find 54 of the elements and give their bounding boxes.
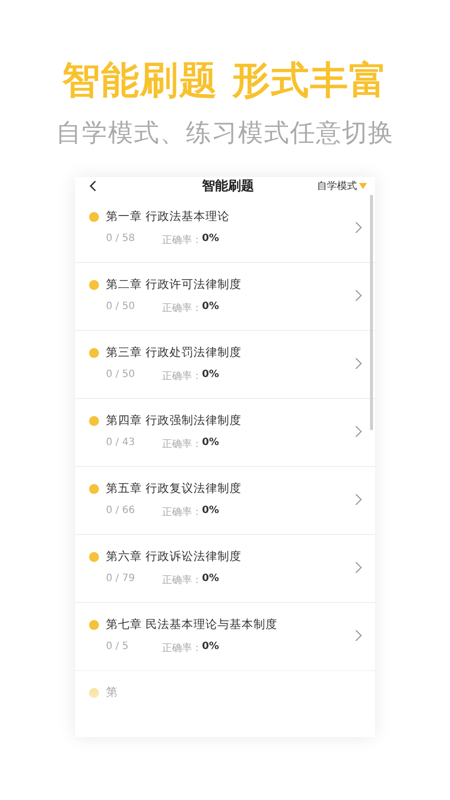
- back-icon[interactable]: [89, 180, 97, 192]
- headline: 智能刷题 形式丰富: [62, 57, 388, 104]
- accuracy-label: 正确率：: [162, 302, 202, 315]
- progress-count: 0 / 50: [106, 369, 136, 382]
- screen-title: 智能刷题: [202, 178, 254, 195]
- status-dot: [89, 688, 99, 698]
- progress-count: 0 / 50: [106, 301, 136, 314]
- accuracy-value: 0%: [202, 573, 219, 586]
- chapter-title: 第: [106, 685, 118, 700]
- chapter-title: 第四章 行政强制法律制度: [106, 413, 242, 428]
- chevron-right-icon: [355, 629, 362, 642]
- chapter-title: 第二章 行政许可法律制度: [106, 277, 242, 292]
- accuracy-label: 正确率：: [162, 370, 202, 383]
- subtitle: 自学模式、练习模式任意切换: [56, 117, 394, 149]
- accuracy-label: 正确率：: [162, 506, 202, 519]
- progress-count: 0 / 58: [106, 233, 136, 246]
- accuracy-value: 0%: [202, 505, 219, 518]
- progress-count: 0 / 66: [106, 505, 136, 518]
- status-dot: [89, 484, 99, 494]
- accuracy-value: 0%: [202, 301, 219, 314]
- chevron-right-icon: [355, 561, 362, 574]
- accuracy-label: 正确率：: [162, 574, 202, 587]
- status-dot: [89, 552, 99, 562]
- mode-dropdown[interactable]: 自学模式: [317, 179, 367, 193]
- chapter-title: 第一章 行政法基本理论: [106, 209, 230, 224]
- status-dot: [89, 212, 99, 222]
- chapter-title: 第六章 行政诉讼法律制度: [106, 549, 242, 564]
- chapter-item[interactable]: 第六章 行政诉讼法律制度 0 / 79 正确率：0%: [75, 535, 375, 603]
- scrollbar[interactable]: [370, 195, 373, 430]
- accuracy-value: 0%: [202, 641, 219, 654]
- accuracy-label: 正确率：: [162, 234, 202, 247]
- status-dot: [89, 620, 99, 630]
- chevron-right-icon: [355, 289, 362, 302]
- chapter-title: 第七章 民法基本理论与基本制度: [106, 617, 278, 632]
- progress-count: 0 / 79: [106, 573, 136, 586]
- chevron-right-icon: [355, 357, 362, 370]
- accuracy-label: 正确率：: [162, 642, 202, 655]
- progress-count: 0 / 5: [106, 641, 130, 654]
- chevron-right-icon: [355, 221, 362, 234]
- accuracy-value: 0%: [202, 437, 219, 450]
- chevron-right-icon: [355, 425, 362, 438]
- chevron-right-icon: [355, 493, 362, 506]
- chapter-title: 第五章 行政复议法律制度: [106, 481, 242, 496]
- progress-count: 0 / 43: [106, 437, 136, 450]
- accuracy-label: 正确率：: [162, 438, 202, 451]
- chapter-item[interactable]: 第五章 行政复议法律制度 0 / 66 正确率：0%: [75, 467, 375, 535]
- accuracy-value: 0%: [202, 369, 219, 382]
- chapter-title: 第三章 行政处罚法律制度: [106, 345, 242, 360]
- status-dot: [89, 348, 99, 358]
- chapter-item[interactable]: 第七章 民法基本理论与基本制度 0 / 5 正确率：0%: [75, 603, 375, 671]
- accuracy-value: 0%: [202, 233, 219, 246]
- status-dot: [89, 416, 99, 426]
- caret-icon: [359, 183, 367, 189]
- status-dot: [89, 280, 99, 290]
